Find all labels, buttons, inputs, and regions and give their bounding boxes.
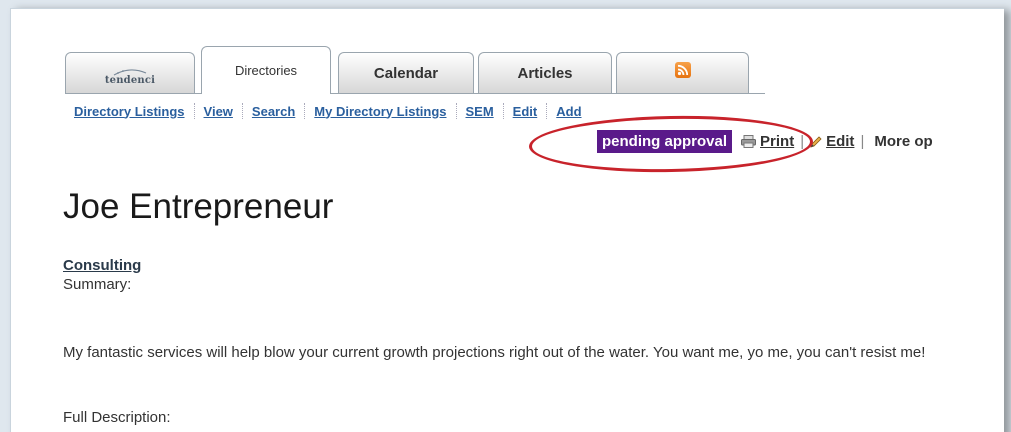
pencil-icon[interactable] <box>810 135 822 148</box>
tab-calendar-label: Calendar <box>373 65 439 82</box>
subnav-add[interactable]: Add <box>556 104 581 119</box>
more-options-link[interactable]: More op <box>874 133 932 150</box>
summary-text: My fantastic services will help blow you… <box>63 344 926 361</box>
subnav-divider <box>304 103 306 119</box>
tab-baseline <box>65 93 765 94</box>
subnav-edit[interactable]: Edit <box>513 104 538 119</box>
rss-icon <box>674 61 691 78</box>
action-separator: | <box>860 133 865 150</box>
subnav-sem[interactable]: SEM <box>466 104 494 119</box>
subnav-divider <box>455 103 457 119</box>
listing-actions: pending approval Print | Edit | More op <box>597 130 933 153</box>
print-link[interactable]: Print <box>760 133 794 150</box>
summary-label: Summary: <box>63 276 132 293</box>
edit-link[interactable]: Edit <box>826 133 854 150</box>
tab-directories[interactable]: Directories <box>201 46 331 94</box>
full-description-label: Full Description: <box>63 409 171 426</box>
tab-home[interactable]: tendenci <box>65 52 195 94</box>
subnav-view[interactable]: View <box>204 104 233 119</box>
subnav-divider <box>502 103 504 119</box>
tab-rss[interactable] <box>616 52 749 94</box>
subnav-search[interactable]: Search <box>252 104 295 119</box>
logo-text: tendenci <box>104 74 156 86</box>
subnav-divider <box>546 103 548 119</box>
directory-subnav: Directory Listings View Search My Direct… <box>74 103 582 119</box>
action-separator: | <box>800 133 805 150</box>
tab-directories-label: Directories <box>234 63 298 78</box>
subnav-directory-listings[interactable]: Directory Listings <box>74 104 185 119</box>
listing-title: Joe Entrepreneur <box>63 187 334 226</box>
subnav-divider <box>241 103 243 119</box>
main-tabs: tendenci Directories Calendar Articles <box>65 44 765 94</box>
tab-calendar[interactable]: Calendar <box>338 52 474 94</box>
subnav-my-directory-listings[interactable]: My Directory Listings <box>314 104 446 119</box>
status-badge: pending approval <box>597 130 733 153</box>
subnav-divider <box>193 103 195 119</box>
category-link[interactable]: Consulting <box>63 257 141 274</box>
page-frame: tendenci Directories Calendar Articles D… <box>10 8 1004 432</box>
tab-articles[interactable]: Articles <box>478 52 612 94</box>
print-icon[interactable] <box>741 135 757 148</box>
tab-articles-label: Articles <box>517 65 573 82</box>
tendenci-logo: tendenci <box>105 68 155 86</box>
